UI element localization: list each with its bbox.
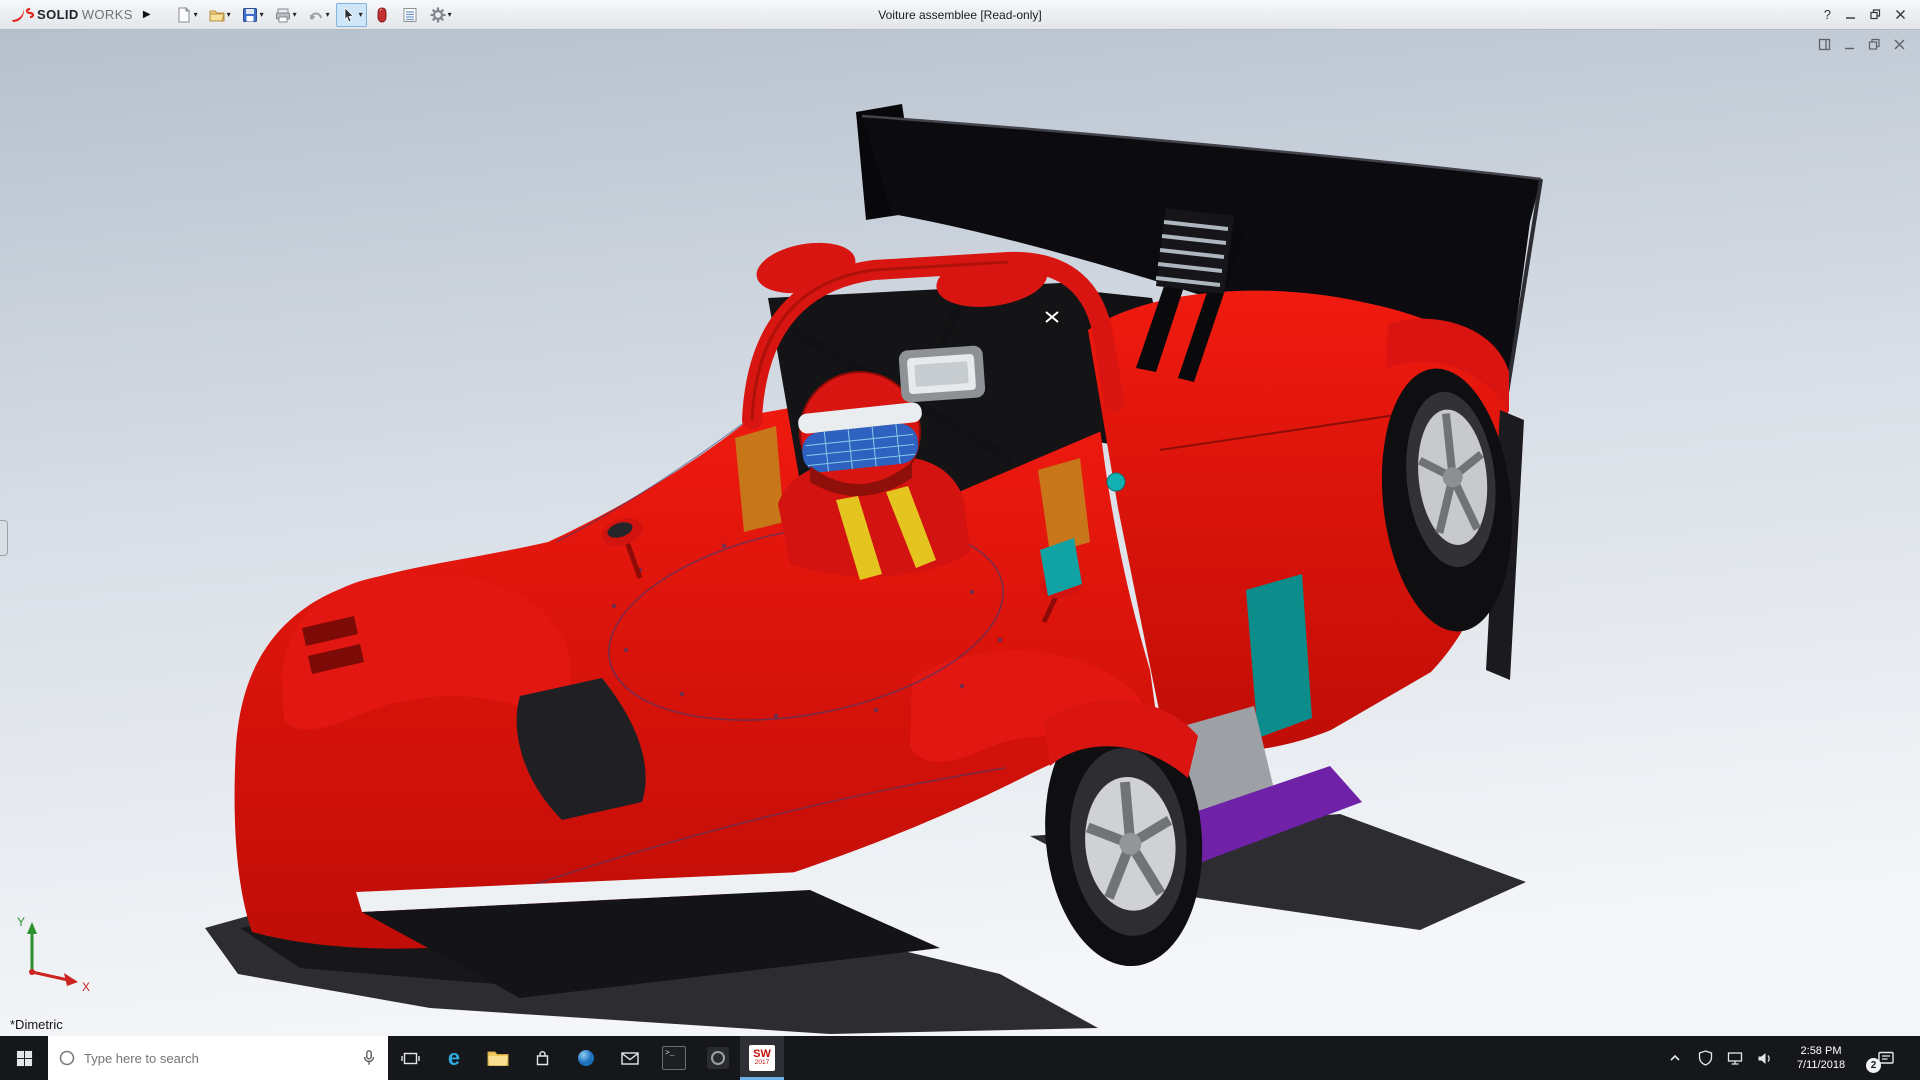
network-monitor-icon xyxy=(1727,1051,1743,1066)
document-window-controls xyxy=(1818,38,1906,56)
chevron-up-icon xyxy=(1669,1052,1681,1064)
minimize-icon[interactable] xyxy=(1845,9,1856,20)
show-hidden-icons-button[interactable] xyxy=(1662,1036,1688,1080)
clock-time: 2:58 PM xyxy=(1801,1044,1842,1058)
doc-minimize-icon[interactable] xyxy=(1843,38,1856,56)
quick-access-toolbar: ▾ ▾ ▾ ▾ xyxy=(171,3,456,27)
model-car-3d-view[interactable] xyxy=(0,30,1920,1036)
brand-text-works: WORKS xyxy=(82,7,133,22)
select-cursor-icon xyxy=(340,6,358,24)
appearance-button[interactable] xyxy=(369,3,395,27)
toolbar-flyout-arrow-icon[interactable]: ▶ xyxy=(137,9,157,20)
doc-close-icon[interactable] xyxy=(1893,38,1906,56)
triad-y-label: Y xyxy=(17,915,25,929)
chevron-down-icon[interactable]: ▾ xyxy=(326,11,330,19)
new-document-button[interactable]: ▾ xyxy=(171,3,202,27)
mirror-pod[interactable] xyxy=(898,345,985,403)
orientation-triad[interactable]: Y X xyxy=(14,910,98,994)
chevron-down-icon[interactable]: ▾ xyxy=(448,11,452,19)
teal-accent xyxy=(1107,473,1125,491)
windows-logo-icon xyxy=(16,1050,33,1067)
volume-tray-button[interactable] xyxy=(1752,1036,1778,1080)
store-bag-icon xyxy=(533,1049,552,1068)
cortana-icon xyxy=(58,1049,76,1067)
options-button[interactable]: ▾ xyxy=(425,3,456,27)
graphics-viewport[interactable]: Y X *Dimetric xyxy=(0,30,1920,1036)
new-document-icon xyxy=(175,6,193,24)
dark-ring-app-icon xyxy=(706,1046,730,1070)
save-button[interactable]: ▾ xyxy=(237,3,268,27)
open-document-button[interactable]: ▾ xyxy=(204,3,235,27)
solidworks-window: SOLIDWORKS ▶ ▾ ▾ ▾ xyxy=(0,0,1920,1080)
ds-logo-icon xyxy=(10,6,34,24)
chevron-down-icon[interactable]: ▾ xyxy=(359,11,363,19)
blue-globe-icon xyxy=(576,1048,596,1068)
task-view-button[interactable] xyxy=(388,1036,432,1080)
solidworks-2017-icon: SW 2017 xyxy=(749,1045,775,1071)
action-center-button[interactable]: 2 xyxy=(1864,1036,1908,1080)
system-tray: 2:58 PM 7/11/2018 2 xyxy=(1662,1036,1920,1080)
save-icon xyxy=(241,6,259,24)
appearance-icon xyxy=(373,6,391,24)
taskbar-app-command-prompt[interactable]: >_ xyxy=(652,1036,696,1080)
close-icon[interactable] xyxy=(1895,9,1906,20)
notification-badge: 2 xyxy=(1866,1058,1881,1073)
taskbar-app-dark-ring[interactable] xyxy=(696,1036,740,1080)
chevron-down-icon[interactable]: ▾ xyxy=(227,11,231,19)
speaker-icon xyxy=(1757,1051,1773,1066)
window-controls: ? xyxy=(1824,7,1914,22)
restore-icon[interactable] xyxy=(1870,9,1881,20)
taskbar-app-mail[interactable] xyxy=(608,1036,652,1080)
shield-icon xyxy=(1698,1050,1713,1066)
taskbar-app-solidworks[interactable]: SW 2017 xyxy=(740,1036,784,1080)
panel-splitter-tab[interactable] xyxy=(0,520,8,556)
microphone-icon[interactable] xyxy=(360,1049,378,1067)
taskbar-search[interactable] xyxy=(48,1036,388,1080)
options-gear-icon xyxy=(429,6,447,24)
print-icon xyxy=(274,6,292,24)
clock-date: 7/11/2018 xyxy=(1797,1058,1845,1072)
task-view-icon xyxy=(401,1050,420,1067)
file-explorer-icon xyxy=(487,1049,509,1068)
chevron-down-icon[interactable]: ▾ xyxy=(293,11,297,19)
network-tray-button[interactable] xyxy=(1722,1036,1748,1080)
chevron-down-icon[interactable]: ▾ xyxy=(194,11,198,19)
taskbar-left: e xyxy=(0,1036,784,1080)
search-input[interactable] xyxy=(84,1051,352,1066)
open-folder-icon xyxy=(208,6,226,24)
taskbar-app-blue-globe[interactable] xyxy=(564,1036,608,1080)
taskbar-app-store[interactable] xyxy=(520,1036,564,1080)
sheet-icon xyxy=(401,6,419,24)
taskbar-clock[interactable]: 2:58 PM 7/11/2018 xyxy=(1782,1036,1860,1080)
solidworks-logo: SOLIDWORKS xyxy=(6,6,137,24)
brand-text-solid: SOLID xyxy=(37,7,79,22)
windows-taskbar: e xyxy=(0,1036,1920,1080)
help-icon[interactable]: ? xyxy=(1824,7,1831,22)
edge-icon: e xyxy=(448,1047,460,1069)
mail-icon xyxy=(620,1050,640,1067)
select-tool-button[interactable]: ▾ xyxy=(336,3,367,27)
taskbar-app-file-explorer[interactable] xyxy=(476,1036,520,1080)
triad-x-label: X xyxy=(82,980,90,994)
taskbar-app-edge[interactable]: e xyxy=(432,1036,476,1080)
undo-button[interactable]: ▾ xyxy=(303,3,334,27)
start-button[interactable] xyxy=(0,1036,48,1080)
dock-pane-icon[interactable] xyxy=(1818,38,1831,56)
chevron-down-icon[interactable]: ▾ xyxy=(260,11,264,19)
view-orientation-label: *Dimetric xyxy=(10,1017,63,1032)
doc-restore-icon[interactable] xyxy=(1868,38,1881,56)
command-prompt-icon: >_ xyxy=(662,1046,686,1070)
title-bar: SOLIDWORKS ▶ ▾ ▾ ▾ xyxy=(0,0,1920,30)
security-tray-button[interactable] xyxy=(1692,1036,1718,1080)
print-button[interactable]: ▾ xyxy=(270,3,301,27)
undo-icon xyxy=(307,6,325,24)
report-sheet-button[interactable] xyxy=(397,3,423,27)
